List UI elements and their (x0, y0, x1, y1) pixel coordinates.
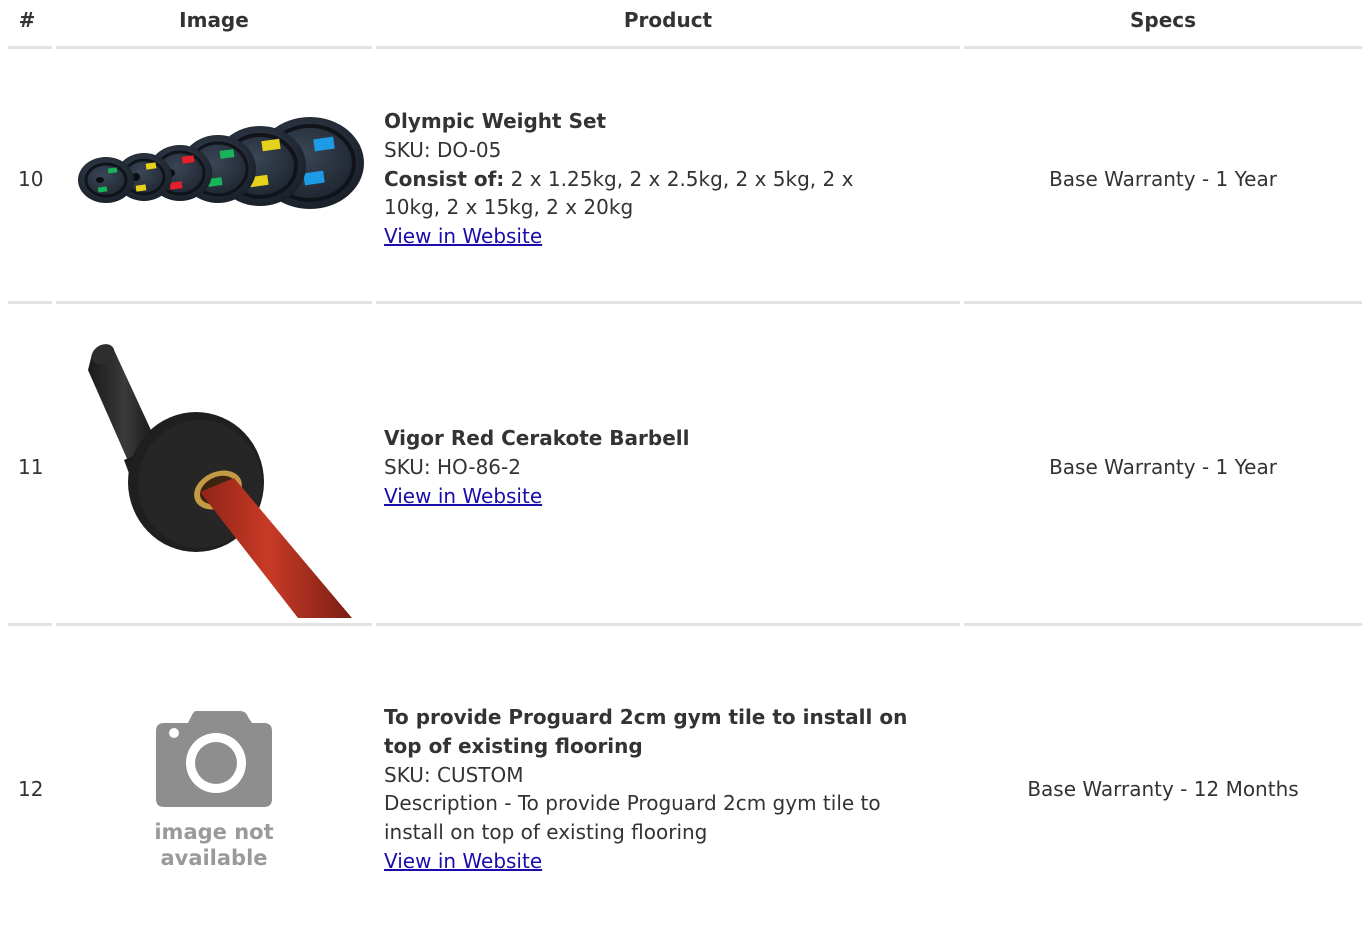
row-divider (964, 301, 1362, 304)
row-divider (964, 623, 1362, 626)
view-in-website-link[interactable]: View in Website (384, 222, 542, 251)
header-specs: Specs (1129, 8, 1197, 32)
row-divider (8, 623, 52, 626)
product-sku: SKU: DO-05 (384, 137, 502, 162)
barbell-image (88, 344, 352, 618)
product-name: To provide Proguard 2cm gym tile to inst… (384, 705, 908, 729)
image-not-available-text: image not available (114, 819, 314, 871)
view-in-website-link[interactable]: View in Website (384, 482, 542, 511)
product-name: Vigor Red Cerakote Barbell (384, 426, 690, 450)
header-divider-num (8, 46, 52, 49)
product-cell: To provide Proguard 2cm gym tile to inst… (384, 703, 954, 876)
view-in-website-link[interactable]: View in Website (384, 847, 542, 876)
row-divider (8, 301, 52, 304)
header-image: Image (179, 8, 249, 32)
product-sku: SKU: CUSTOM (384, 762, 524, 787)
row-number: 11 (18, 455, 44, 479)
product-name: Olympic Weight Set (384, 109, 607, 133)
product-description: Description - To provide Proguard 2cm gy… (384, 791, 881, 816)
spec-warranty: Base Warranty - 12 Months (1027, 777, 1299, 801)
camera-icon (156, 711, 272, 807)
weight-plates-image (78, 117, 364, 209)
header-divider-product (376, 46, 960, 49)
product-name-cont: top of existing flooring (384, 733, 643, 758)
row-divider (376, 301, 960, 304)
spec-warranty: Base Warranty - 1 Year (1049, 167, 1277, 191)
row-number: 12 (18, 777, 44, 801)
header-num: # (18, 8, 36, 32)
spec-warranty: Base Warranty - 1 Year (1049, 455, 1277, 479)
placeholder-line-2: available (160, 846, 268, 870)
header-divider-specs (964, 46, 1362, 49)
header-product: Product (623, 8, 713, 32)
row-divider (56, 623, 372, 626)
row-divider (56, 301, 372, 304)
product-cell: Vigor Red Cerakote Barbell SKU: HO-86-2 … (384, 424, 954, 510)
placeholder-line-1: image not (154, 820, 274, 844)
product-cell: Olympic Weight Set SKU: DO-05 Consist of… (384, 107, 954, 251)
product-consist-cont: 10kg, 2 x 15kg, 2 x 20kg (384, 195, 634, 220)
product-sku: SKU: HO-86-2 (384, 454, 521, 479)
consist-label: Consist of: (384, 166, 505, 191)
product-consist: Consist of: 2 x 1.25kg, 2 x 2.5kg, 2 x 5… (384, 165, 954, 194)
row-number: 10 (18, 167, 44, 191)
consist-value: 2 x 1.25kg, 2 x 2.5kg, 2 x 5kg, 2 x (504, 166, 854, 191)
header-divider-image (56, 46, 372, 49)
row-divider (376, 623, 960, 626)
product-description-cont: install on top of existing flooring (384, 820, 708, 845)
